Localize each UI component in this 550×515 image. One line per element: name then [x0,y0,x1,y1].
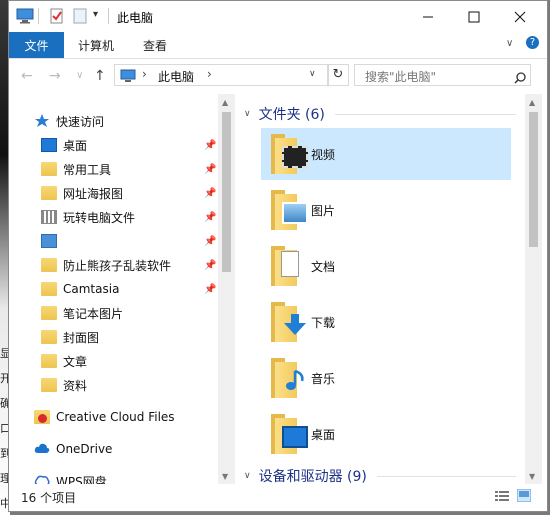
nav-item-laptop-pics[interactable]: 笔记本图片 [41,302,123,324]
refresh-icon[interactable]: ↻ [327,64,349,86]
window-title: 此电脑 [117,11,154,25]
nav-item-picture[interactable] [41,230,63,252]
star-icon [34,114,50,128]
folder-icon [41,258,57,272]
new-folder-icon[interactable] [73,8,87,28]
nav-scrollbar-thumb[interactable] [222,112,231,272]
tab-view[interactable]: 查看 [143,37,167,54]
pin-icon[interactable]: 📌 [204,284,216,295]
collapse-chevron-icon[interactable]: ∨ [244,109,251,119]
scroll-down-icon[interactable]: ▼ [529,472,535,481]
pictures-folder-icon [271,190,308,230]
folder-documents[interactable]: 文档 [261,240,511,292]
video-folder-icon [271,134,308,174]
up-arrow-icon[interactable]: ↑ [94,68,106,84]
back-arrow-icon[interactable]: ← [21,68,33,84]
folder-icon [41,378,57,392]
folder-desktop[interactable]: 桌面 [261,408,511,460]
title-bar: ▾ 此电脑 [9,1,547,32]
nav-wps[interactable]: WPS网盘 [34,470,107,484]
scroll-down-icon[interactable]: ▼ [222,472,228,481]
folder-icon [41,282,57,296]
folder-icon [41,186,57,200]
collapse-chevron-icon[interactable]: ∨ [244,471,251,481]
details-view-icon[interactable] [495,490,509,505]
folder-icon [41,162,57,176]
scroll-up-icon[interactable]: ▲ [222,98,228,107]
pin-icon[interactable]: 📌 [204,260,216,271]
devices-group-header[interactable]: ∨ 设备和驱动器 (9) [244,466,516,484]
nav-item-materials[interactable]: 资料 [41,374,87,396]
pin-icon[interactable]: 📌 [204,140,216,151]
pin-icon[interactable]: 📌 [204,188,216,199]
nav-item-tools[interactable]: 常用工具 [41,158,111,180]
status-bar: 16 个项目 [9,484,547,511]
ribbon: 文件 计算机 查看 ∨ ? [9,32,547,59]
scroll-up-icon[interactable]: ▲ [529,98,535,107]
nav-scrollbar[interactable]: ▲ ▼ [218,94,235,484]
nav-item-covers[interactable]: 封面图 [41,326,99,348]
computer-icon [120,68,136,87]
expand-ribbon-icon[interactable]: ∨ [506,38,513,49]
nav-onedrive[interactable]: OneDrive [34,438,112,460]
content-scrollbar[interactable]: ▲ ▼ [525,94,542,484]
documents-folder-icon [271,246,299,286]
address-dropdown-icon[interactable]: ∨ [309,69,316,79]
file-explorer-window: ▾ 此电脑 文件 计算机 查看 ∨ ? ← → ∨ ↑ › 此电脑 › ∨ ↻ … [8,0,548,512]
picture-icon [41,234,57,248]
search-input[interactable]: 搜索"此电脑" [354,64,531,86]
tab-computer[interactable]: 计算机 [78,37,114,54]
help-icon[interactable]: ? [526,36,539,49]
recent-locations-icon[interactable]: ∨ [76,70,83,81]
folders-group-header[interactable]: ∨ 文件夹 (6) [244,104,516,124]
creative-cloud-folder-icon [34,410,50,424]
music-folder-icon [271,358,304,398]
large-icons-view-icon[interactable] [516,488,532,505]
pin-icon[interactable]: 📌 [204,236,216,247]
content-scrollbar-thumb[interactable] [529,112,538,247]
nav-item-pc-files[interactable]: 玩转电脑文件 [41,206,135,228]
address-box[interactable]: › 此电脑 › ∨ [114,64,329,86]
item-count: 16 个项目 [21,491,77,505]
folder-videos[interactable]: 视频 [261,128,511,180]
computer-icon[interactable] [16,8,34,28]
nav-quick-access[interactable]: 快速访问 [34,110,104,132]
navigation-pane: 快速访问 桌面 📌 常用工具 📌 网址海报图 📌 玩转电脑文件 📌 📌 防止熊孩… [9,94,237,484]
cloud-icon [34,442,50,456]
grid-folder-icon [41,210,57,224]
pin-icon[interactable]: 📌 [204,212,216,223]
address-separator: › [142,67,147,81]
close-button[interactable] [497,1,543,32]
quick-access-dropdown-icon[interactable]: ▾ [93,9,98,20]
address-path-root[interactable]: 此电脑 [158,68,194,85]
folder-icon [41,330,57,344]
address-separator: › [207,67,212,81]
nav-item-prevent-install[interactable]: 防止熊孩子乱装软件 [41,254,171,276]
search-icon[interactable] [514,69,526,88]
content-pane: ∨ 文件夹 (6) 视频 图片 文档 下载 音乐 桌面 ∨ 设备和驱动器 (9) [244,94,524,484]
maximize-button[interactable] [451,1,497,32]
folder-icon [41,354,57,368]
nav-item-articles[interactable]: 文章 [41,350,87,372]
downloads-folder-icon [271,302,306,342]
forward-arrow-icon[interactable]: → [49,68,61,84]
nav-item-posters[interactable]: 网址海报图 [41,182,123,204]
folder-icon [41,306,57,320]
nav-creative-cloud[interactable]: Creative Cloud Files [34,406,175,428]
address-bar-row: ← → ∨ ↑ › 此电脑 › ∨ ↻ 搜索"此电脑" [9,59,547,94]
pin-icon[interactable]: 📌 [204,164,216,175]
tab-file[interactable]: 文件 [9,32,64,58]
wps-cloud-icon [34,474,50,484]
folder-music[interactable]: 音乐 [261,352,511,404]
folder-downloads[interactable]: 下载 [261,296,511,348]
nav-item-desktop[interactable]: 桌面 [41,134,87,156]
nav-item-camtasia[interactable]: Camtasia [41,278,119,300]
folder-pictures[interactable]: 图片 [261,184,511,236]
minimize-button[interactable] [405,1,451,32]
properties-icon[interactable] [49,8,65,28]
desktop-icon [41,138,57,152]
desktop-folder-icon [271,414,308,454]
